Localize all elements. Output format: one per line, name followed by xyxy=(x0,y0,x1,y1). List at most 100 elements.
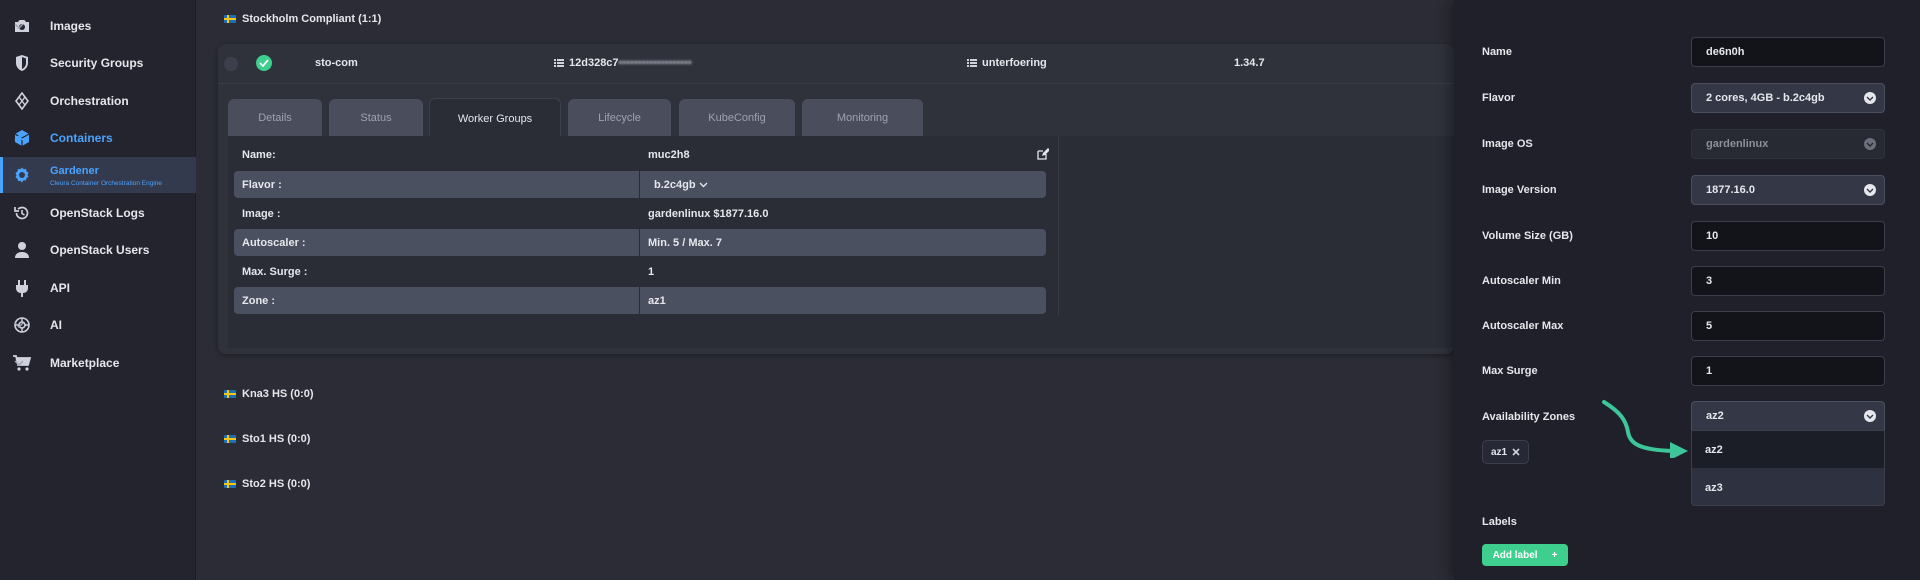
sweden-flag-icon xyxy=(224,390,236,398)
form-label-flavor: Flavor xyxy=(1482,92,1516,104)
region-group-header[interactable]: Stockholm Compliant (1:1) xyxy=(224,9,381,29)
chevron-down-icon xyxy=(12,318,26,332)
availability-zones-menu: az2 az3 xyxy=(1691,430,1885,506)
sidebar-item-label: Marketplace xyxy=(50,356,120,370)
sidebar-item-api[interactable]: API xyxy=(0,270,196,306)
tab-monitoring[interactable]: Monitoring xyxy=(802,99,923,137)
sidebar-item-openstack-users[interactable]: OpenStack Users xyxy=(0,232,196,268)
volume-size-input[interactable]: 10 xyxy=(1691,221,1885,251)
sidebar-item-label: Containers xyxy=(50,131,113,145)
tab-kubeconfig[interactable]: KubeConfig xyxy=(679,99,795,137)
active-indicator xyxy=(0,157,3,193)
autoscaler-min-input[interactable]: 3 xyxy=(1691,266,1885,296)
zone-option-az3[interactable]: az3 xyxy=(1692,469,1884,506)
worker-group-panel: Name: muc2h8 Flavor : b.2c4gb Image : ga… xyxy=(228,136,1454,348)
list-icon xyxy=(967,58,977,68)
cluster-card: sto-com 12d328c7••••••••••••••••••• unte… xyxy=(218,44,1454,354)
chevron-down-icon xyxy=(699,182,708,188)
panel-divider xyxy=(1058,136,1059,316)
sidebar-item-gardener[interactable]: Gardener Cleura Container Orchestration … xyxy=(0,157,196,193)
name-input[interactable]: de6n0h xyxy=(1691,37,1885,67)
autoscaler-max-input[interactable]: 5 xyxy=(1691,311,1885,341)
image-version-dropdown[interactable]: 1877.16.0 xyxy=(1691,175,1885,205)
zone-option-az2[interactable]: az2 xyxy=(1692,431,1884,468)
sidebar-item-marketplace[interactable]: Marketplace xyxy=(0,345,196,381)
sidebar-item-containers[interactable]: Containers xyxy=(0,120,196,156)
sidebar-item-label: AI xyxy=(50,318,62,332)
detail-key: Zone : xyxy=(242,295,275,307)
shield-icon xyxy=(12,53,32,73)
flavor-select[interactable]: b.2c4gb xyxy=(648,176,714,193)
detail-key: Name: xyxy=(242,149,276,161)
cluster-row[interactable]: sto-com 12d328c7••••••••••••••••••• unte… xyxy=(218,44,1454,84)
detail-row-autoscaler: Autoscaler : Min. 5 / Max. 7 xyxy=(234,229,1046,256)
plus-icon: + xyxy=(1551,549,1558,561)
max-surge-input[interactable]: 1 xyxy=(1691,356,1885,386)
form-label-autoscaler-max: Autoscaler Max xyxy=(1482,320,1564,332)
row-divider xyxy=(639,229,640,256)
main-content: Stockholm Compliant (1:1) sto-com 12d328… xyxy=(196,0,1454,580)
sidebar-item-openstack-logs[interactable]: OpenStack Logs xyxy=(0,195,196,231)
detail-key: Autoscaler : xyxy=(242,237,306,249)
flavor-select-value: b.2c4gb xyxy=(654,178,696,191)
max-surge-value: 1 xyxy=(1706,365,1713,377)
add-label-button[interactable]: Add label + xyxy=(1482,544,1568,566)
close-icon[interactable] xyxy=(1512,448,1520,456)
annotation-arrow-icon xyxy=(1602,400,1688,458)
tab-status[interactable]: Status xyxy=(329,99,423,137)
detail-row-flavor: Flavor : b.2c4gb xyxy=(234,171,1046,198)
cluster-version: 1.34.7 xyxy=(1234,57,1265,69)
sidebar-item-images[interactable]: Images xyxy=(0,8,196,44)
chevron-down-circle-icon xyxy=(1864,92,1876,104)
detail-key: Image : xyxy=(242,208,281,220)
edit-icon[interactable] xyxy=(1036,147,1050,161)
detail-value: 1 xyxy=(648,266,655,278)
form-label-autoscaler-min: Autoscaler Min xyxy=(1482,275,1561,287)
region-group-header[interactable]: Sto1 HS (0:0) xyxy=(224,429,310,449)
detail-row-name: Name: muc2h8 xyxy=(234,141,1049,168)
chevron-up-icon xyxy=(12,131,26,145)
detail-key: Max. Surge : xyxy=(242,266,308,278)
sidebar-item-label: API xyxy=(50,281,71,295)
form-label-image-os: Image OS xyxy=(1482,138,1533,150)
flavor-dropdown[interactable]: 2 cores, 4GB - b.2c4gb xyxy=(1691,83,1885,113)
sidebar-item-label: Gardener xyxy=(50,165,99,177)
region-group-header[interactable]: Sto2 HS (0:0) xyxy=(224,474,310,494)
sidebar-item-ai[interactable]: AI xyxy=(0,307,196,343)
tab-worker-groups[interactable]: Worker Groups xyxy=(429,98,561,138)
detail-row-max-surge: Max. Surge : 1 xyxy=(234,258,1046,285)
cluster-id-obscured: ••••••••••••••••••• xyxy=(618,57,692,69)
image-version-value: 1877.16.0 xyxy=(1706,184,1755,196)
availability-zones-value: az2 xyxy=(1706,410,1724,422)
sidebar: Images Security Groups Orchestration Con… xyxy=(0,0,196,580)
sidebar-item-orchestration[interactable]: Orchestration xyxy=(0,83,196,119)
sidebar-item-label: Orchestration xyxy=(50,94,129,108)
cluster-project: unterfoering xyxy=(967,57,1047,69)
volume-size-value: 10 xyxy=(1706,230,1719,242)
sweden-flag-icon xyxy=(224,480,236,488)
row-expand-toggle[interactable] xyxy=(224,57,238,71)
sidebar-item-security-groups[interactable]: Security Groups xyxy=(0,45,196,81)
sweden-flag-icon xyxy=(224,435,236,443)
tab-lifecycle[interactable]: Lifecycle xyxy=(568,99,671,137)
detail-value: az1 xyxy=(648,295,666,307)
sidebar-item-sublabel: Cleura Container Orchestration Engine xyxy=(50,180,163,187)
flavor-dropdown-value: 2 cores, 4GB - b.2c4gb xyxy=(1706,92,1825,104)
check-circle-icon xyxy=(256,55,272,71)
sidebar-item-label: Security Groups xyxy=(50,56,144,70)
detail-value: Min. 5 / Max. 7 xyxy=(648,237,722,249)
labels-heading: Labels xyxy=(1482,516,1517,528)
user-icon xyxy=(12,240,32,260)
form-label-name: Name xyxy=(1482,46,1512,58)
tab-details[interactable]: Details xyxy=(228,99,322,137)
region-group-label: Stockholm Compliant (1:1) xyxy=(242,13,382,25)
row-divider xyxy=(639,287,640,314)
history-icon xyxy=(12,203,32,223)
worker-group-form-drawer: Name de6n0h Flavor 2 cores, 4GB - b.2c4g… xyxy=(1454,0,1920,580)
availability-zones-dropdown[interactable]: az2 xyxy=(1691,401,1885,431)
detail-key: Flavor : xyxy=(242,179,282,191)
cluster-name: sto-com xyxy=(315,57,358,69)
list-icon xyxy=(554,58,564,68)
chevron-down-circle-icon xyxy=(1864,138,1876,150)
region-group-header[interactable]: Kna3 HS (0:0) xyxy=(224,384,314,404)
